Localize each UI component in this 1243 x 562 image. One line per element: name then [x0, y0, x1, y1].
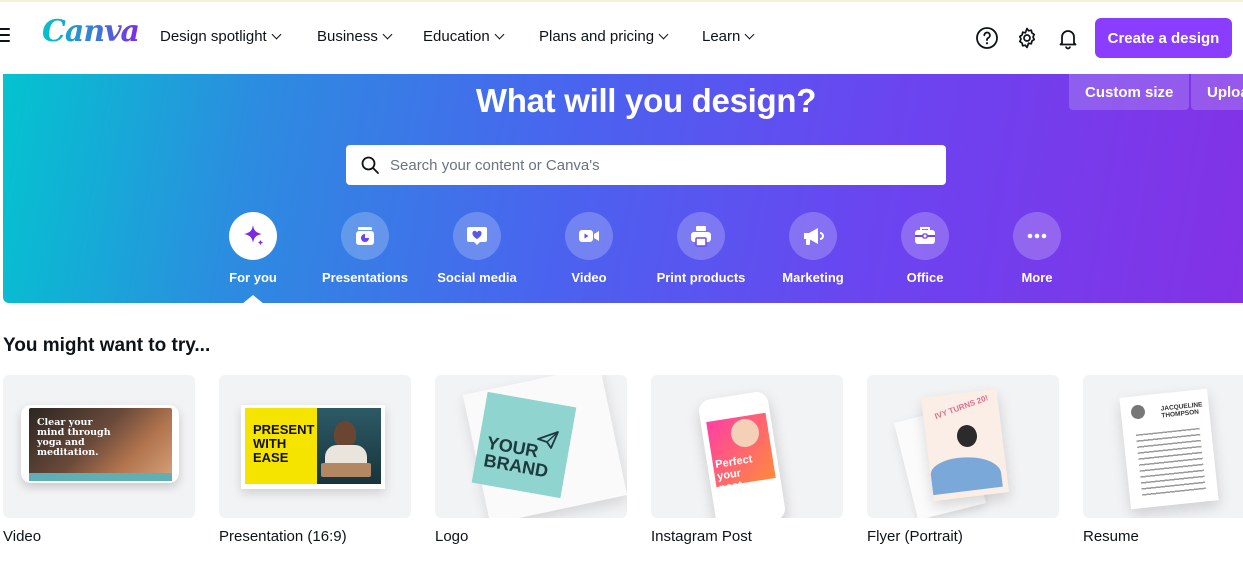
template-card-presentation[interactable]: PRESENT WITH EASE Presentation (16:9) [219, 375, 411, 545]
nav-label: Design spotlight [160, 28, 267, 45]
category-label: More [1021, 270, 1053, 285]
top-navigation-bar: Canva Design spotlight Business Educatio… [0, 2, 1243, 74]
search-bar[interactable] [346, 145, 946, 185]
category-label: Print products [656, 270, 746, 285]
nav-education[interactable]: Education [423, 28, 505, 45]
chevron-down-icon [658, 29, 669, 40]
category-marketing[interactable]: Marketing [757, 212, 869, 285]
nav-label: Plans and pricing [539, 28, 655, 45]
template-card-logo[interactable]: YOUR BRAND Logo [435, 375, 627, 545]
instagram-thumb-text: Perfect your post [714, 453, 754, 495]
settings-icon[interactable] [1015, 26, 1039, 50]
sparkle-icon [229, 212, 277, 260]
category-label: Presentations [322, 270, 408, 285]
category-presentations[interactable]: Presentations [309, 212, 421, 285]
menu-icon[interactable] [0, 28, 14, 44]
nav-label: Education [423, 28, 490, 45]
template-card-label: Video [3, 528, 42, 545]
template-card-label: Presentation (16:9) [219, 528, 347, 545]
resume-thumbnail: JACQUELINE THOMPSON [1083, 375, 1243, 518]
category-label: Video [571, 270, 607, 285]
nav-label: Learn [702, 28, 741, 45]
presentation-icon [341, 212, 389, 260]
flyer-thumbnail: IVY TURNS 20! [867, 375, 1059, 518]
category-label: For you [229, 270, 277, 285]
notification-bell-icon[interactable] [1056, 26, 1080, 50]
video-thumbnail: Clear your mind through yoga and meditat… [3, 375, 195, 518]
megaphone-icon [789, 212, 837, 260]
chevron-down-icon [494, 29, 505, 40]
template-card-label: Instagram Post [651, 528, 752, 545]
template-card-label: Logo [435, 528, 469, 545]
create-a-design-button[interactable]: Create a design [1095, 18, 1232, 58]
nav-design-spotlight[interactable]: Design spotlight [160, 28, 282, 45]
chevron-down-icon [382, 29, 393, 40]
briefcase-icon [901, 212, 949, 260]
template-card-label: Flyer (Portrait) [867, 528, 963, 545]
template-card-flyer-portrait[interactable]: IVY TURNS 20! Flyer (Portrait) [867, 375, 1059, 545]
template-card-video[interactable]: Clear your mind through yoga and meditat… [3, 375, 195, 545]
category-label: Marketing [782, 270, 844, 285]
chevron-down-icon [271, 29, 282, 40]
video-camera-icon [565, 212, 613, 260]
category-office[interactable]: Office [869, 212, 981, 285]
active-category-indicator [242, 295, 264, 303]
presentation-thumbnail: PRESENT WITH EASE [219, 375, 411, 518]
category-print-products[interactable]: Print products [645, 212, 757, 285]
template-card-instagram-post[interactable]: Perfect your post Instagram Post [651, 375, 843, 545]
custom-size-button[interactable]: Custom size [1069, 74, 1190, 110]
upload-button[interactable]: Uploa [1191, 74, 1243, 110]
category-label: Office [906, 270, 944, 285]
category-label: Social media [437, 270, 517, 285]
help-icon[interactable] [975, 26, 999, 50]
template-card-label: Resume [1083, 528, 1139, 545]
instagram-post-thumbnail: Perfect your post [651, 375, 843, 518]
nav-business[interactable]: Business [317, 28, 393, 45]
paper-plane-icon [537, 431, 559, 449]
canva-logo[interactable]: Canva [42, 14, 140, 49]
category-for-you[interactable]: For you [197, 212, 309, 285]
category-more[interactable]: More [981, 212, 1093, 285]
template-card-resume[interactable]: JACQUELINE THOMPSON Resume [1083, 375, 1243, 545]
section-title: You might want to try... [3, 335, 211, 356]
more-dots-icon [1013, 212, 1061, 260]
video-thumb-text: Clear your mind through yoga and meditat… [37, 417, 111, 458]
heart-chat-icon [453, 212, 501, 260]
category-social-media[interactable]: Social media [421, 212, 533, 285]
category-video[interactable]: Video [533, 212, 645, 285]
hero-banner: What will you design? Custom size Uploa … [3, 74, 1243, 303]
nav-plans-and-pricing[interactable]: Plans and pricing [539, 28, 669, 45]
search-icon [361, 156, 379, 174]
printer-icon [677, 212, 725, 260]
hero-title: What will you design? [475, 82, 817, 119]
nav-learn[interactable]: Learn [702, 28, 755, 45]
chevron-down-icon [744, 29, 755, 40]
search-input[interactable] [390, 156, 910, 174]
presentation-thumb-text: PRESENT WITH EASE [253, 422, 315, 465]
logo-thumbnail: YOUR BRAND [435, 375, 627, 518]
nav-label: Business [317, 28, 378, 45]
